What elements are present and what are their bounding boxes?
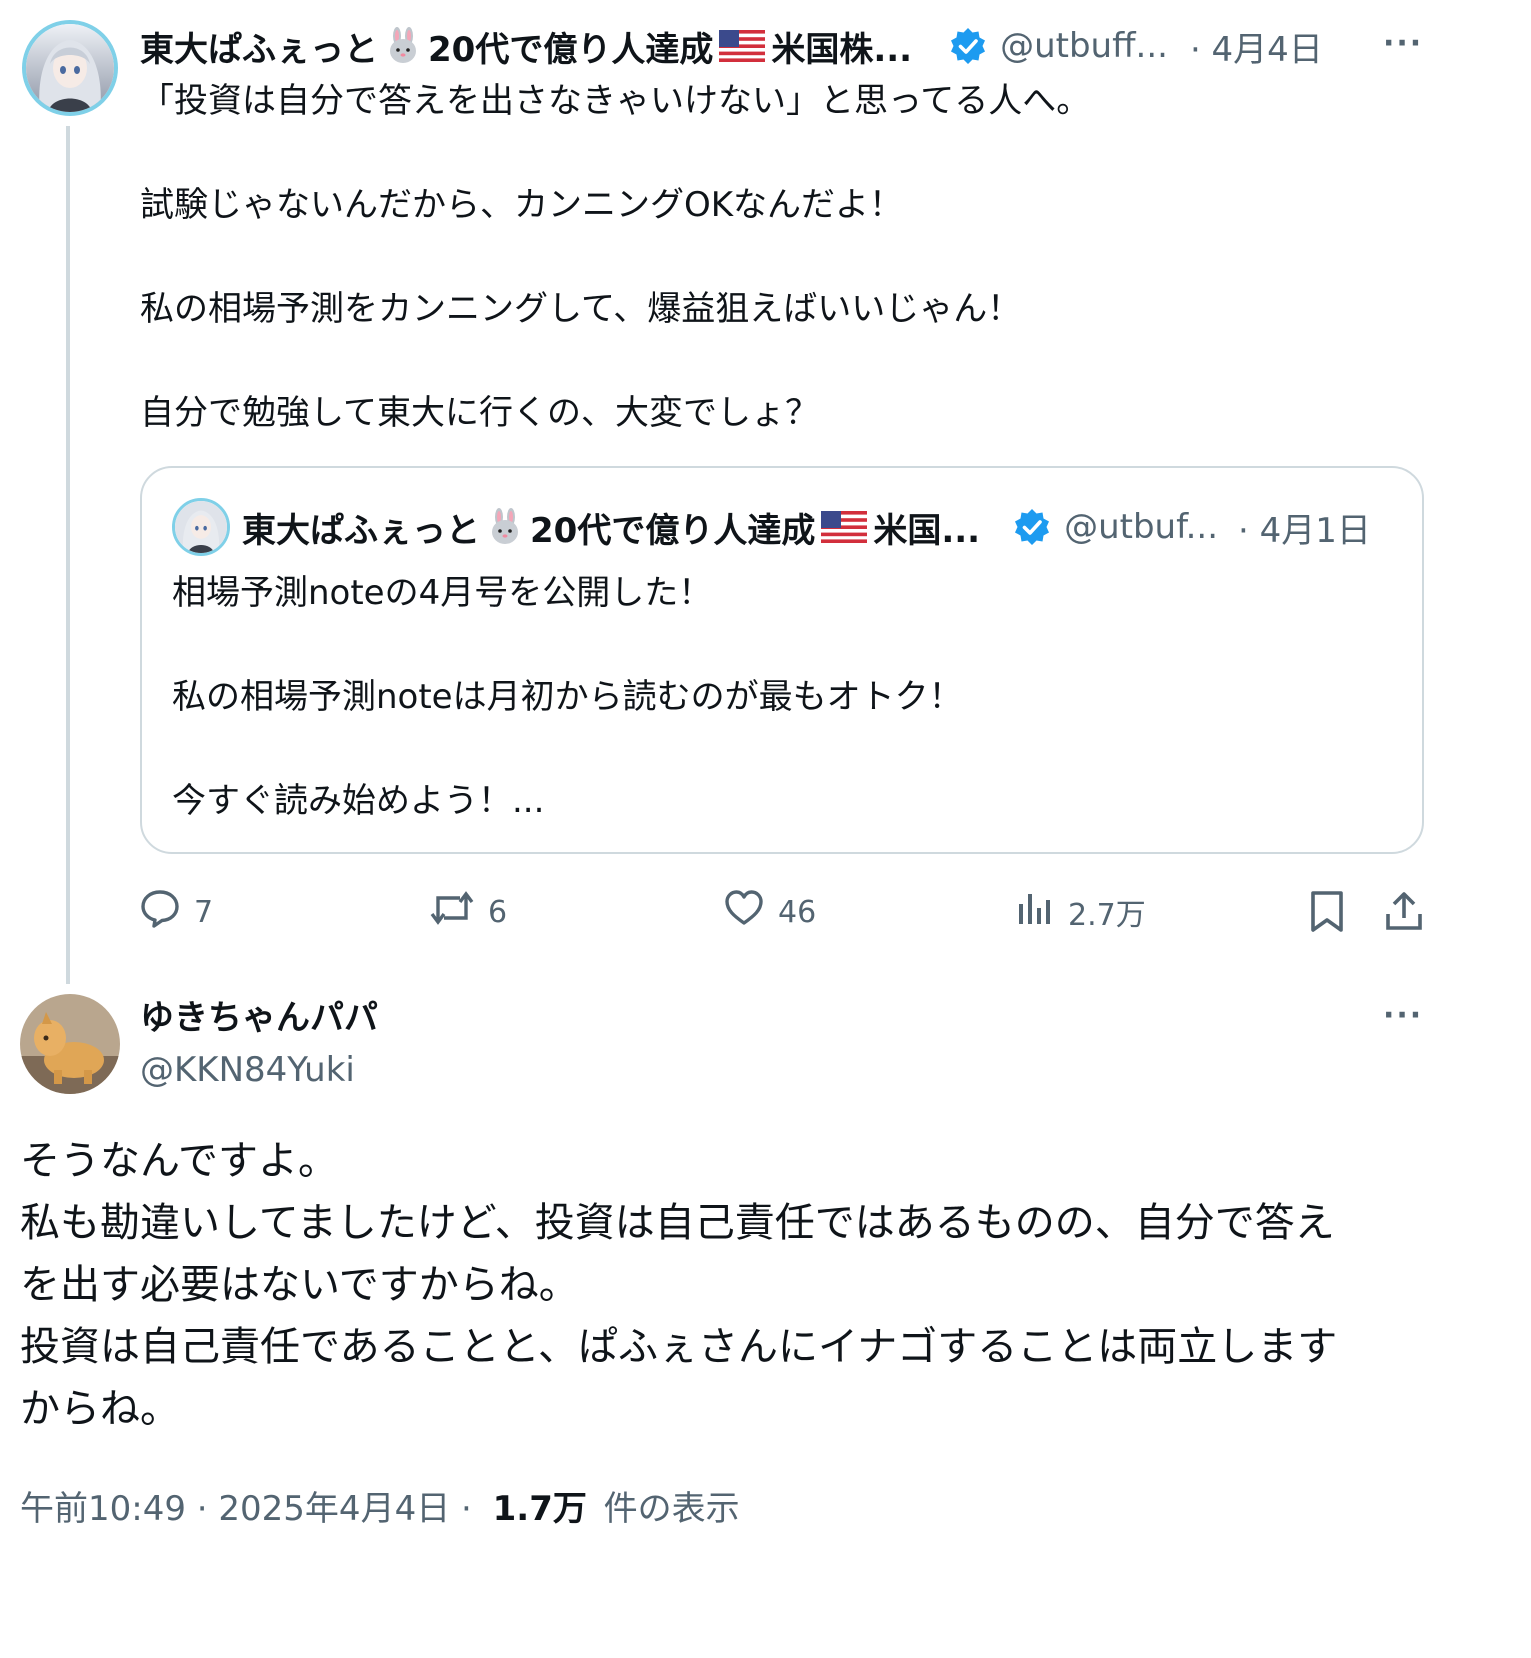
reply-icon	[140, 888, 180, 936]
repost-count: 6	[488, 894, 508, 930]
display-name[interactable]: ゆきちゃんパパ	[140, 994, 378, 1042]
post-text-line: 自分で勉強して東大に行くの、大変でしょ？	[140, 393, 819, 433]
quoted-text: 相場予測noteの4月号を公開した！ 私の相場予測noteは月初から読むのが最も…	[172, 566, 1392, 828]
like-button[interactable]: 46	[724, 890, 816, 934]
quoted-text-line: 私の相場予測noteは月初から読むのが最もオトク！	[172, 677, 963, 717]
avatar[interactable]	[20, 994, 120, 1094]
reply-text-line: を出す必要はないですからね。	[20, 1262, 579, 1308]
quoted-header: 東大ぱふぇっと 20代で億り人達成 米国... @utbuf... · 4月1日	[242, 504, 1371, 551]
like-count: 46	[778, 894, 817, 930]
verified-badge-icon[interactable]	[948, 26, 988, 66]
more-options-icon[interactable]: ···	[1383, 998, 1423, 1033]
analytics-icon	[1016, 888, 1054, 936]
quoted-handle: @utbuf...	[1064, 507, 1219, 547]
post-text-line: 試験じゃないんだから、カンニングOKなんだよ！	[140, 185, 904, 225]
reply-text-line: そうなんですよ。	[20, 1138, 338, 1184]
reply-text-line: からね。	[20, 1386, 180, 1432]
heart-icon	[724, 888, 764, 936]
quoted-display-name: 東大ぱふぇっと	[242, 510, 480, 551]
quoted-display-name-tail: 米国...	[873, 510, 981, 551]
post-text-line: 私の相場予測をカンニングして、爆益狙えばいいじゃん！	[140, 289, 1022, 329]
rabbit-emoji-icon	[384, 27, 422, 65]
reply-count: 7	[194, 894, 214, 930]
quoted-avatar[interactable]	[172, 498, 230, 556]
thread-line	[66, 126, 70, 984]
reply-text: そうなんですよ。 私も勘違いしてましたけど、投資は自己責任ではあるものの、自分で…	[20, 1130, 1430, 1440]
timestamp[interactable]: 午前10:49 · 2025年4月4日 ·	[20, 1489, 472, 1529]
more-options-icon[interactable]: ···	[1383, 26, 1423, 61]
handle[interactable]: @utbuff...	[1000, 26, 1168, 66]
display-name-tail: 米国株...	[771, 29, 913, 70]
views-label: 件の表示	[603, 1489, 740, 1529]
post-text: 「投資は自分で答えを出さなきゃいけない」と思ってる人へ。 試験じゃないんだから、…	[140, 74, 1430, 440]
post-date[interactable]: · 4月4日	[1190, 22, 1323, 71]
view-count: 2.7万	[1068, 898, 1146, 933]
share-icon[interactable]	[1384, 890, 1424, 938]
views-button[interactable]: 2.7万	[1016, 890, 1146, 934]
quoted-text-line: 相場予測noteの4月号を公開した！	[172, 573, 713, 613]
us-flag-icon	[719, 30, 766, 62]
reply-text-line: 私も勘違いしてましたけど、投資は自己責任ではあるものの、自分で答え	[20, 1200, 1335, 1246]
reply-button[interactable]: 7	[140, 890, 213, 934]
views-count: 1.7万	[492, 1489, 587, 1529]
quoted-date: · 4月1日	[1238, 510, 1371, 551]
bookmark-icon[interactable]	[1308, 890, 1346, 938]
repost-icon	[430, 888, 474, 936]
repost-button[interactable]: 6	[430, 890, 507, 934]
post-header: 東大ぱふぇっと 20代で億り人達成 米国株... @utbuff... · 4月…	[140, 22, 1323, 70]
rabbit-emoji-icon	[486, 508, 524, 546]
display-name-suffix: 20代で億り人達成	[428, 29, 714, 70]
reply-text-line: 投資は自己責任であることと、ぱふぇさんにイナゴすることは両立します	[20, 1324, 1338, 1370]
quoted-post-card[interactable]: 東大ぱふぇっと 20代で億り人達成 米国... @utbuf... · 4月1日…	[140, 466, 1424, 854]
us-flag-icon	[821, 511, 868, 543]
verified-badge-icon	[1012, 507, 1052, 547]
handle[interactable]: @KKN84Yuki	[140, 1046, 355, 1094]
quoted-display-name-suffix: 20代で億り人達成	[530, 510, 816, 551]
avatar[interactable]	[22, 20, 118, 116]
post-meta: 午前10:49 · 2025年4月4日 · 1.7万 件の表示	[20, 1484, 740, 1534]
quoted-text-line: 今すぐ読み始めよう！...	[172, 781, 545, 821]
display-name[interactable]: 東大ぱふぇっと	[140, 22, 378, 71]
post-text-line: 「投資は自分で答えを出さなきゃいけない」と思ってる人へ。	[140, 81, 1091, 121]
